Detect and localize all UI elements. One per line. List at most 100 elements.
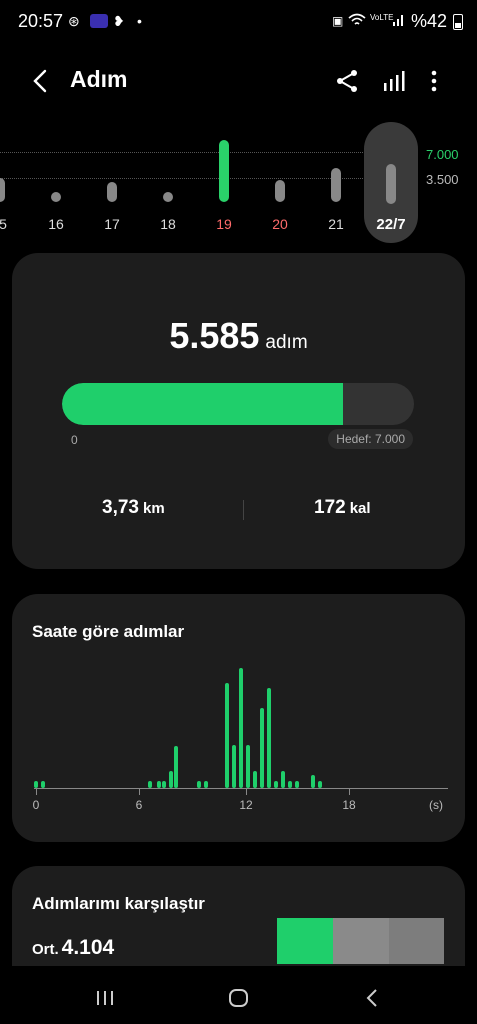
- x-tick-label: 6: [135, 798, 143, 812]
- day-selector: 5 16 17 18 19 20 21 22/7 7.000 3.500: [0, 118, 477, 248]
- x-axis-unit: (s): [429, 798, 443, 812]
- hourly-bar: [310, 774, 315, 788]
- day-bar[interactable]: [163, 192, 173, 202]
- goal-progress-fill: [62, 383, 343, 425]
- hourly-bar: [203, 781, 208, 788]
- x-tick: [349, 788, 350, 795]
- compare-bar: [389, 918, 444, 964]
- more-notifications-dot-icon: •: [137, 13, 142, 29]
- compare-title: Adımlarımı karşılaştır: [32, 894, 205, 913]
- hourly-bar: [238, 667, 243, 788]
- hourly-x-axis: [34, 788, 448, 789]
- day-label[interactable]: 16: [41, 216, 71, 232]
- steps-summary-card[interactable]: 5.585 adım 0 Hedef: 7.000 3,73 km 172 kal: [12, 253, 465, 569]
- hourly-bar: [174, 746, 178, 788]
- goal-axis-label: 7.000: [426, 147, 459, 162]
- x-tick-label: 18: [342, 798, 356, 812]
- day-bar[interactable]: [331, 168, 341, 202]
- day-label[interactable]: 17: [97, 216, 127, 232]
- signal-icon: [392, 13, 406, 30]
- hourly-bar: [287, 781, 292, 788]
- hourly-bar: [231, 744, 236, 788]
- selected-day-bar: [386, 164, 396, 204]
- average-value: 4.104: [61, 936, 115, 959]
- x-tick: [139, 788, 140, 795]
- distance-value: 3,73: [102, 497, 139, 518]
- distance-unit: km: [142, 500, 165, 517]
- day-bar[interactable]: [107, 182, 117, 202]
- recent-apps-icon[interactable]: [93, 986, 117, 1010]
- x-tick-label: 0: [32, 798, 40, 812]
- selected-day[interactable]: 22/7: [364, 122, 418, 243]
- day-bar[interactable]: [219, 140, 229, 202]
- chat-app-icon: ⊛: [68, 13, 80, 29]
- alarm-icon: ▣: [332, 14, 344, 28]
- progress-min-label: 0: [71, 433, 78, 447]
- back-nav-icon[interactable]: [361, 986, 385, 1010]
- hourly-bar: [259, 707, 264, 788]
- hourly-bar: [161, 781, 166, 788]
- x-tick-label: 12: [239, 798, 253, 812]
- hourly-bar: [34, 781, 38, 788]
- day-label[interactable]: 21: [321, 216, 351, 232]
- calories-value: 172: [314, 497, 346, 518]
- hourly-bar: [252, 771, 257, 788]
- steps-unit: adım: [265, 332, 308, 353]
- message-icon: ❥: [113, 13, 125, 29]
- hourly-bar: [266, 687, 271, 788]
- day-label[interactable]: 20: [265, 216, 295, 232]
- status-bar: 20:57 ⊛ ❥ • ▣ VoLTE %42: [0, 0, 477, 44]
- navigation-bar: [0, 966, 477, 1024]
- day-bar[interactable]: [51, 192, 61, 202]
- selected-day-label: 22/7: [376, 216, 406, 233]
- battery-percent: %42: [410, 11, 447, 31]
- hourly-title: Saate göre adımlar: [32, 622, 185, 641]
- x-tick: [36, 788, 37, 795]
- goal-guideline: [0, 152, 365, 153]
- half-goal-guideline: [0, 178, 365, 179]
- status-time: 20:57: [18, 11, 64, 31]
- day-label[interactable]: 5: [0, 216, 18, 232]
- hourly-bar: [168, 771, 173, 788]
- distance-stat: 3,73 km: [102, 497, 165, 519]
- back-icon[interactable]: [28, 68, 54, 94]
- steps-total: 5.585 adım: [12, 315, 465, 357]
- day-bar[interactable]: [0, 178, 5, 202]
- hourly-bar: [147, 781, 152, 788]
- statistics-icon[interactable]: [381, 68, 407, 94]
- calories-stat: 172 kal: [314, 497, 371, 519]
- day-bar[interactable]: [275, 180, 285, 202]
- hourly-bar: [294, 781, 299, 788]
- hourly-bar: [41, 781, 45, 788]
- half-goal-axis-label: 3.500: [426, 172, 459, 187]
- hourly-bar: [317, 781, 322, 788]
- volte-label: VoLTE: [370, 13, 394, 22]
- day-label[interactable]: 18: [153, 216, 183, 232]
- x-tick: [246, 788, 247, 795]
- share-icon[interactable]: [334, 68, 360, 94]
- compare-bar-mine: [277, 918, 333, 964]
- more-options-icon[interactable]: [421, 68, 447, 94]
- average-steps: Ort. 4.104: [32, 936, 114, 960]
- app-notification-icon: [90, 14, 108, 28]
- hourly-bar: [224, 682, 229, 788]
- hourly-bar: [280, 771, 285, 788]
- goal-badge: Hedef: 7.000: [328, 429, 413, 449]
- steps-value: 5.585: [169, 315, 260, 356]
- hourly-steps-card[interactable]: Saate göre adımlar 0 6 12 18 (s): [12, 594, 465, 842]
- calories-unit: kal: [349, 500, 371, 517]
- hourly-bar: [156, 781, 161, 788]
- home-icon[interactable]: [227, 986, 251, 1010]
- compare-bar: [333, 918, 389, 964]
- goal-progress-bar: [62, 383, 414, 425]
- day-label[interactable]: 19: [209, 216, 239, 232]
- hourly-bar: [245, 744, 250, 788]
- stat-divider: [243, 500, 244, 520]
- wifi-icon: [348, 13, 366, 30]
- average-prefix: Ort.: [32, 941, 59, 958]
- hourly-bar: [273, 781, 278, 788]
- app-bar: Adım: [0, 56, 477, 106]
- battery-icon: [453, 14, 463, 30]
- page-title: Adım: [70, 66, 128, 92]
- hourly-bar: [196, 781, 201, 788]
